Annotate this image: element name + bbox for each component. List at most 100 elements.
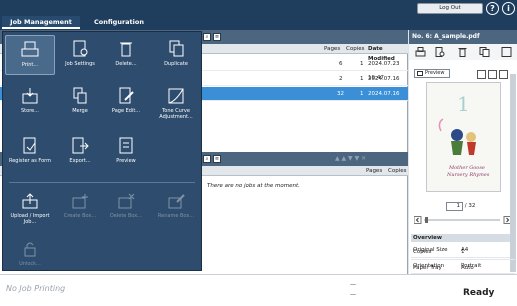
printer-icon [21,41,39,57]
tab-configuration[interactable]: Configuration [84,16,154,29]
page-thumbnail: 1 Mother Goose Nursery Rhymes [426,82,501,192]
page-navigator: 1 / 32 [446,202,475,211]
menu-create-box[interactable]: Create Box... [55,192,105,219]
menu-label: Preview [116,158,136,164]
menu-preview[interactable]: Preview [101,137,151,164]
row-date: 2024.07.16 22:45 [368,76,400,96]
queue-nav-icons[interactable]: ▲ ▲ ▼ ▼ ✕ [335,155,366,162]
menu-unlock[interactable]: Unlock... [5,240,55,267]
row-pages: 2 [339,76,343,82]
menu-label: Create Box... [63,213,97,219]
register-form-icon [23,137,36,154]
create-box-icon [72,194,88,209]
search-icon[interactable]: ⌕ [203,155,211,163]
menu-rename-box[interactable]: Rename Box... [151,192,201,219]
row-date: 2024.07.16 22:45 [368,91,400,111]
empty-queue-message: There are no jobs at the moment. [207,183,300,189]
menu-label: Print... [21,62,39,68]
thumbnail-number: 1 [457,92,470,116]
menu-page-edit[interactable]: Page Edit... [101,87,151,114]
store-icon [22,88,38,104]
page-slider[interactable] [414,216,512,224]
view-mode-icon[interactable] [488,70,497,79]
overview-value: 1 [461,249,465,255]
job-settings-icon[interactable] [434,47,445,57]
menu-tone-curve[interactable]: Tone Curve Adjustment... [151,87,201,120]
menu-print[interactable]: Print... [5,35,55,75]
row-pages: 32 [337,91,344,97]
printer-icon[interactable] [415,47,426,57]
merge-icon [73,87,87,104]
job-detail-title: No. 6: A_sample.pdf [409,30,517,44]
logout-button[interactable]: Log Out [417,3,483,14]
info-icon[interactable]: i [502,2,515,15]
overview-key: Copies [413,249,432,255]
col-date-modified[interactable]: Date Modified [368,44,408,62]
page-edit-icon [119,87,134,104]
col-copies[interactable]: Copies [346,44,364,54]
job-detail-panel: No. 6: A_sample.pdf Preview 1 Mother Goo… [409,30,517,274]
overview-row: Copies 1 [411,244,515,260]
menu-label: Rename Box... [157,213,195,219]
page-number-input[interactable]: 1 [446,202,463,211]
col-copies[interactable]: Copies [388,166,406,176]
duplicate-icon[interactable] [479,47,490,57]
menu-divider [9,182,195,183]
menu-register-form[interactable]: Register as Form [5,137,55,164]
status-dash: — [350,281,356,288]
menu-merge[interactable]: Merge [55,87,105,114]
menu-delete-box[interactable]: Delete Box... [101,192,151,219]
tab-job-management[interactable]: Job Management [2,16,80,29]
menu-label: Upload / Import Job... [10,213,50,225]
menu-upload-import[interactable]: Upload / Import Job... [5,192,55,225]
menu-label: Job Settings [65,61,95,67]
menu-export[interactable]: Export... [55,137,105,164]
status-message: No Job Printing [6,284,66,293]
list-view-icon[interactable]: ≡ [213,33,221,41]
preview-icon [417,71,423,76]
status-dash: — [350,291,356,298]
col-pages[interactable]: Pages [324,44,340,54]
detail-scrollbar[interactable] [510,74,516,272]
menu-label: Tone Curve Adjustment... [159,108,193,120]
row-pages: 6 [339,61,343,67]
menu-label: Export... [69,158,91,164]
more-icon[interactable] [501,47,512,57]
row-copies: 1 [360,61,364,67]
search-icon[interactable]: ⌕ [203,33,211,41]
machine-status: Ready [463,288,495,298]
col-pages[interactable]: Pages [366,166,382,176]
page-total: / 32 [464,203,476,209]
help-icon[interactable]: ? [486,2,499,15]
tone-curve-icon [168,88,184,104]
thumbnail-illustration: 1 Mother Goose Nursery Rhymes [438,92,490,178]
view-mode-icon[interactable] [477,70,486,79]
trash-icon[interactable] [457,47,468,57]
menu-delete[interactable]: Delete... [101,40,151,67]
list-view-icon[interactable]: ≡ [213,155,221,163]
thumbnail-caption-2: Nursery Rhymes [446,172,490,178]
upload-icon [22,193,38,209]
menu-label: Delete Box... [109,213,143,219]
status-bar: No Job Printing — — Ready [0,274,517,306]
detail-action-icons [409,44,517,60]
rename-box-icon [168,194,185,209]
menu-store[interactable]: Store... [5,87,55,114]
preview-button[interactable]: Preview [414,69,450,78]
view-mode-icon[interactable] [499,70,508,79]
menu-job-settings[interactable]: Job Settings [55,40,105,67]
job-settings-icon [73,40,88,57]
menu-label: Page Edit... [111,108,141,114]
unlock-icon [24,242,36,257]
top-bar: Job Management Configuration Log Out ? i [0,0,517,30]
menu-duplicate[interactable]: Duplicate [151,40,201,67]
overview-header: Overview [411,234,515,242]
duplicate-icon [169,40,184,57]
menu-label: Delete... [115,61,137,67]
thumbnail-caption-1: Mother Goose [448,165,485,171]
preview-icon [119,137,133,154]
menu-label: Store... [21,108,39,114]
row-date: 2024.07.23 19:47 [368,61,400,81]
job-menu-panel: Print... Job Settings Delete... Duplicat… [2,31,202,271]
menu-label: Unlock... [19,261,41,267]
